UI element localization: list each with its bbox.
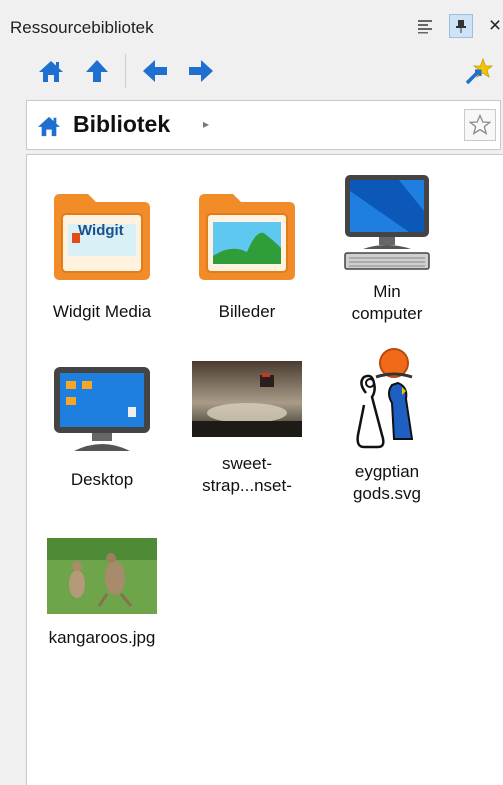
item-label: Min computer [351, 282, 423, 323]
resource-grid: Widgit Widgit Media Billeder Min compute… [26, 154, 503, 785]
item-label: Desktop [70, 470, 134, 489]
breadcrumb-current[interactable]: Bibliotek [73, 111, 170, 138]
window-title: Ressourcebibliotek [10, 18, 154, 37]
list-item[interactable]: Widgit Widgit Media [32, 175, 172, 323]
title-bar: Ressourcebibliotek × [0, 0, 503, 42]
widgit-logo-text: Widgit [78, 222, 124, 239]
list-item[interactable]: Desktop [32, 355, 172, 491]
favorite-button[interactable] [464, 109, 496, 141]
close-button[interactable]: × [484, 14, 503, 37]
menu-icon[interactable] [414, 15, 436, 37]
pictures-folder-icon [187, 175, 307, 295]
breadcrumb: Bibliotek ▸ [26, 100, 501, 150]
list-item[interactable]: Billeder [177, 175, 317, 323]
egyptian-god-symbol [327, 341, 447, 455]
item-label: Widgit Media [52, 302, 152, 321]
arrow-left-icon[interactable] [138, 54, 172, 88]
navigation-toolbar [0, 48, 503, 94]
computer-icon [327, 169, 447, 275]
list-item[interactable]: Min computer [317, 169, 457, 325]
home-icon[interactable] [37, 115, 61, 142]
list-item[interactable]: kangaroos.jpg [32, 531, 172, 649]
widgit-folder-icon: Widgit [42, 175, 162, 295]
item-label: sweet-strap...nset- [202, 454, 292, 495]
kangaroo-photo-thumbnail [42, 531, 162, 621]
item-label: kangaroos.jpg [48, 628, 156, 647]
item-label: Billeder [218, 302, 276, 321]
home-icon[interactable] [34, 54, 68, 88]
photo-thumbnail [187, 351, 307, 447]
arrow-up-icon[interactable] [80, 54, 114, 88]
star-add-icon[interactable] [462, 54, 496, 88]
arrow-right-icon[interactable] [184, 54, 218, 88]
toolbar-separator [125, 54, 126, 88]
item-label: eygptian gods.svg [352, 462, 422, 503]
list-item[interactable]: sweet-strap...nset- [177, 351, 317, 497]
pin-icon[interactable] [449, 14, 473, 38]
desktop-icon [42, 355, 162, 463]
breadcrumb-arrow[interactable]: ▸ [203, 117, 209, 131]
list-item[interactable]: eygptian gods.svg [317, 341, 457, 505]
